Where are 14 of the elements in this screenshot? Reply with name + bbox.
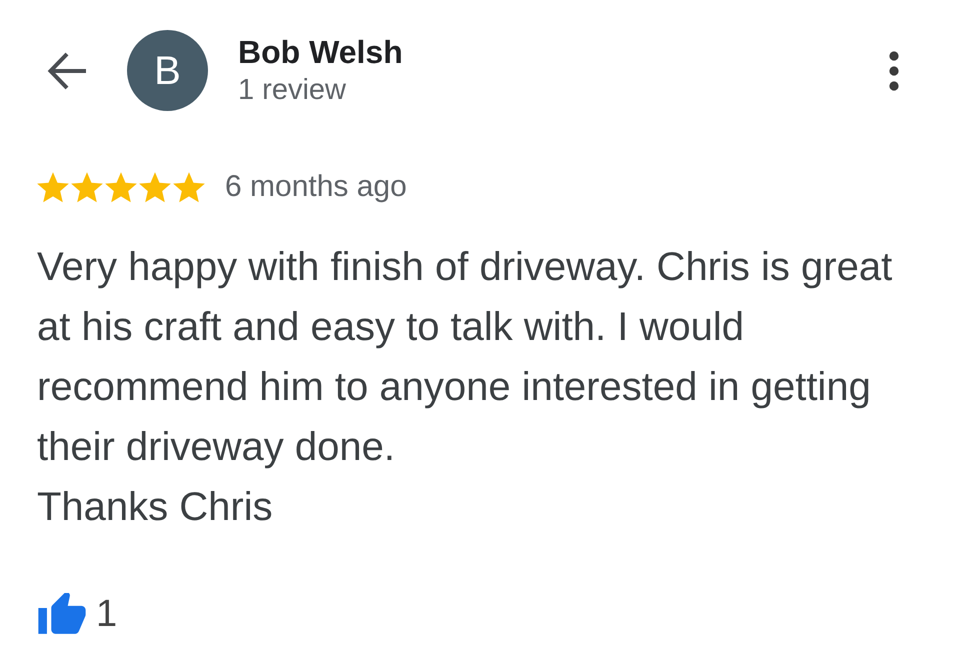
like-button[interactable]: 1 (38, 593, 118, 636)
thumbs-up-icon (38, 593, 86, 636)
star-icon (71, 172, 103, 202)
review-count: 1 review (238, 72, 347, 106)
more-vertical-icon (889, 50, 899, 90)
star-icon (37, 172, 69, 202)
reviewer-name: Bob Welsh (238, 34, 403, 68)
star-icon (105, 172, 137, 202)
back-arrow-icon (47, 50, 87, 90)
star-icon (139, 172, 171, 202)
star-icon (173, 172, 205, 202)
avatar: B (127, 30, 208, 111)
review-time: 6 months ago (225, 169, 407, 205)
review-text: Very happy with finish of driveway. Chris is great at his craft and easy to talk with. I would recommend him to anyone interested in getting their driveway done. Thanks Chris (37, 244, 894, 531)
